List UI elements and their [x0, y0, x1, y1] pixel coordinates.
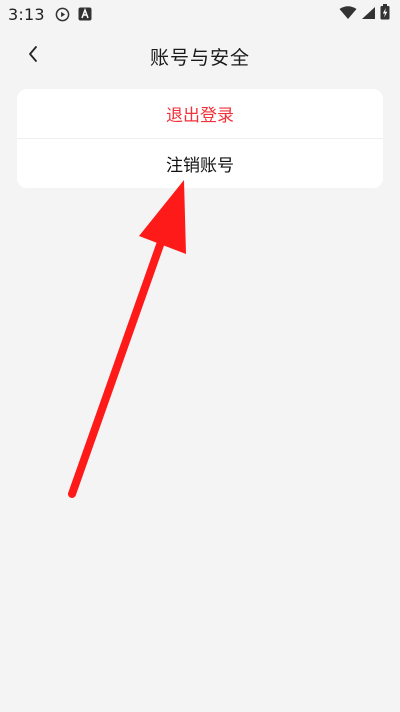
arrow-shaft [68, 224, 170, 498]
status-time: 3:13 [8, 4, 45, 24]
wifi-icon [339, 5, 357, 24]
logout-button[interactable]: 退出登录 [17, 89, 383, 138]
battery-icon [380, 4, 390, 24]
chevron-left-icon [27, 45, 39, 67]
arrow-head [139, 180, 186, 254]
back-button[interactable] [18, 42, 48, 70]
notification-a-icon [78, 7, 92, 21]
nav-bar: 账号与安全 [0, 28, 400, 84]
status-right-icons [339, 4, 390, 24]
cancel-account-button[interactable]: 注销账号 [17, 139, 383, 188]
account-security-menu: 退出登录 注销账号 [17, 89, 383, 188]
status-bar: 3:13 [0, 0, 400, 28]
screen: 3:13 账号与安全 退出登录 注销账号 [0, 0, 400, 712]
page-title: 账号与安全 [149, 46, 250, 69]
play-circle-icon [55, 7, 70, 22]
signal-icon [361, 5, 376, 24]
